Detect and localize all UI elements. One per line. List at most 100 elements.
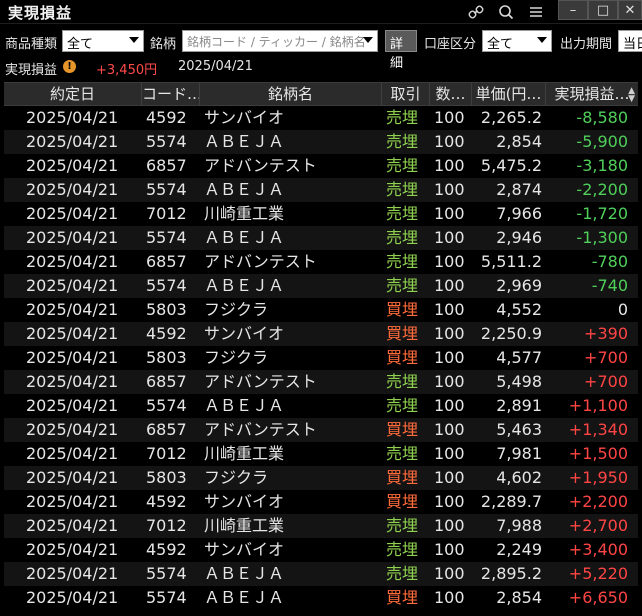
table-row[interactable]: 2025/04/21 4592 サンバイオ 売埋 100 2,249 +3,400 xyxy=(4,538,638,562)
table-row[interactable]: 2025/04/21 5803 フジクラ 買埋 100 4,552 0 xyxy=(4,298,638,322)
menu-icon[interactable] xyxy=(524,1,548,23)
cell-unit-price: 2,874 xyxy=(496,180,542,199)
cell-quantity: 100 xyxy=(434,108,465,127)
cell-trade-date: 2025/04/21 xyxy=(26,108,119,127)
cell-brand-name: ＡＢＥＪＡ xyxy=(204,564,285,583)
cell-trade-type: 買埋 xyxy=(386,588,419,607)
realized-pnl-table: 約定日 コード… 銘柄名 取引 数… 単価(円… 実現損益… ▲ ▼ 2025/0… xyxy=(4,82,638,610)
table-row[interactable]: 2025/04/21 6857 アドバンテスト 買埋 100 5,463 +1,340 xyxy=(4,418,638,442)
summary-label: 実現損益 xyxy=(5,63,58,78)
cell-trade-date: 2025/04/21 xyxy=(26,252,119,271)
table-row[interactable]: 2025/04/21 7012 川崎重工業 売埋 100 7,966 -1,720 xyxy=(4,202,638,226)
cell-code: 6857 xyxy=(146,372,187,391)
table-row[interactable]: 2025/04/21 4592 サンバイオ 売埋 100 2,265.2 -8,580 xyxy=(4,106,638,130)
cell-brand-name: ＡＢＥＪＡ xyxy=(204,396,285,415)
cell-unit-price: 4,577 xyxy=(496,348,542,367)
cell-unit-price: 7,981 xyxy=(496,444,542,463)
cell-code: 5803 xyxy=(146,348,187,367)
cell-trade-date: 2025/04/21 xyxy=(26,300,119,319)
maximize-button[interactable]: □ xyxy=(588,0,618,20)
account-type-label: 口座区分 xyxy=(424,37,477,52)
table-row[interactable]: 2025/04/21 6857 アドバンテスト 売埋 100 5,498 +700 xyxy=(4,370,638,394)
table-row[interactable]: 2025/04/21 5803 フジクラ 買埋 100 4,602 +1,950 xyxy=(4,466,638,490)
brand-search-input[interactable]: 銘柄コード / ティッカー / 銘柄名 xyxy=(182,30,378,52)
cell-trade-type: 売埋 xyxy=(386,516,419,535)
cell-unit-price: 2,854 xyxy=(496,588,542,607)
cell-unit-price: 2,946 xyxy=(496,228,542,247)
title-bar: 実現損益 – □ ✕ xyxy=(0,0,642,24)
column-header-price[interactable]: 単価(円… xyxy=(472,83,546,106)
table-row[interactable]: 2025/04/21 5574 ＡＢＥＪＡ 売埋 100 2,969 -740 xyxy=(4,274,638,298)
output-period-value: 当日 xyxy=(623,37,642,52)
cell-brand-name: ＡＢＥＪＡ xyxy=(204,276,285,295)
table-row[interactable]: 2025/04/21 4592 サンバイオ 買埋 100 2,250.9 +390 xyxy=(4,322,638,346)
cell-quantity: 100 xyxy=(434,228,465,247)
table-row[interactable]: 2025/04/21 5574 ＡＢＥＪＡ 売埋 100 2,895.2 +5,220 xyxy=(4,562,638,586)
cell-unit-price: 5,475.2 xyxy=(480,156,542,175)
cell-trade-type: 買埋 xyxy=(386,348,419,367)
cell-unit-price: 2,249 xyxy=(496,540,542,559)
cell-code: 6857 xyxy=(146,252,187,271)
cell-trade-type: 買埋 xyxy=(386,420,419,439)
cell-brand-name: サンバイオ xyxy=(204,108,285,127)
cell-code: 7012 xyxy=(146,516,187,535)
cell-code: 5574 xyxy=(146,132,187,151)
chevron-down-icon xyxy=(129,37,139,43)
table-row[interactable]: 2025/04/21 6857 アドバンテスト 売埋 100 5,511.2 -780 xyxy=(4,250,638,274)
column-header-pnl-label: 実現損益… xyxy=(554,85,630,103)
detail-button[interactable]: 詳細 xyxy=(385,30,417,71)
cell-realized-pnl: +1,950 xyxy=(568,468,628,487)
column-header-code[interactable]: コード… xyxy=(142,83,200,106)
table-row[interactable]: 2025/04/21 4592 サンバイオ 買埋 100 2,289.7 +2,200 xyxy=(4,490,638,514)
account-type-select[interactable]: 全て xyxy=(482,30,552,52)
cell-quantity: 100 xyxy=(434,396,465,415)
cell-code: 5574 xyxy=(146,180,187,199)
link-icon[interactable] xyxy=(464,1,488,23)
cell-quantity: 100 xyxy=(434,492,465,511)
table-row[interactable]: 2025/04/21 5574 ＡＢＥＪＡ 買埋 100 2,854 +6,650 xyxy=(4,586,638,610)
cell-unit-price: 5,463 xyxy=(496,420,542,439)
cell-brand-name: 川崎重工業 xyxy=(204,444,285,463)
cell-trade-type: 売埋 xyxy=(386,108,419,127)
cell-code: 7012 xyxy=(146,204,187,223)
cell-quantity: 100 xyxy=(434,132,465,151)
table-row[interactable]: 2025/04/21 7012 川崎重工業 売埋 100 7,988 +2,700 xyxy=(4,514,638,538)
cell-trade-type: 売埋 xyxy=(386,372,419,391)
warning-icon[interactable]: ! xyxy=(63,60,76,73)
table-row[interactable]: 2025/04/21 5574 ＡＢＥＪＡ 売埋 100 2,854 -5,900 xyxy=(4,130,638,154)
column-header-trade[interactable]: 取引 xyxy=(382,83,430,106)
table-row[interactable]: 2025/04/21 7012 川崎重工業 売埋 100 7,981 +1,500 xyxy=(4,442,638,466)
cell-realized-pnl: -780 xyxy=(591,252,628,271)
cell-brand-name: サンバイオ xyxy=(204,540,285,559)
table-row[interactable]: 2025/04/21 6857 アドバンテスト 売埋 100 5,475.2 -3,180 xyxy=(4,154,638,178)
cell-unit-price: 4,602 xyxy=(496,468,542,487)
output-period-select[interactable]: 当日 xyxy=(618,30,642,52)
window-title: 実現損益 xyxy=(8,4,73,22)
cell-realized-pnl: -1,720 xyxy=(576,204,628,223)
column-header-pnl[interactable]: 実現損益… ▲ ▼ xyxy=(546,83,638,106)
cell-unit-price: 5,511.2 xyxy=(480,252,542,271)
cell-code: 5574 xyxy=(146,228,187,247)
column-header-name[interactable]: 銘柄名 xyxy=(200,83,382,106)
chevron-down-icon xyxy=(537,37,547,43)
cell-trade-date: 2025/04/21 xyxy=(26,420,119,439)
search-icon[interactable] xyxy=(494,1,518,23)
table-row[interactable]: 2025/04/21 5574 ＡＢＥＪＡ 売埋 100 2,946 -1,300 xyxy=(4,226,638,250)
cell-quantity: 100 xyxy=(434,444,465,463)
column-header-date[interactable]: 約定日 xyxy=(4,83,142,106)
cell-realized-pnl: +5,220 xyxy=(568,564,628,583)
table-row[interactable]: 2025/04/21 5574 ＡＢＥＪＡ 売埋 100 2,891 +1,100 xyxy=(4,394,638,418)
close-button[interactable]: ✕ xyxy=(618,0,642,20)
cell-trade-date: 2025/04/21 xyxy=(26,180,119,199)
table-row[interactable]: 2025/04/21 5803 フジクラ 買埋 100 4,577 +700 xyxy=(4,346,638,370)
table-row[interactable]: 2025/04/21 5574 ＡＢＥＪＡ 売埋 100 2,874 -2,200 xyxy=(4,178,638,202)
product-type-select[interactable]: 全て xyxy=(62,30,144,52)
cell-brand-name: アドバンテスト xyxy=(204,156,317,175)
cell-unit-price: 2,969 xyxy=(496,276,542,295)
cell-code: 4592 xyxy=(146,492,187,511)
cell-trade-date: 2025/04/21 xyxy=(26,492,119,511)
cell-quantity: 100 xyxy=(434,420,465,439)
column-header-qty[interactable]: 数… xyxy=(430,83,472,106)
minimize-button[interactable]: – xyxy=(558,0,588,20)
cell-quantity: 100 xyxy=(434,468,465,487)
